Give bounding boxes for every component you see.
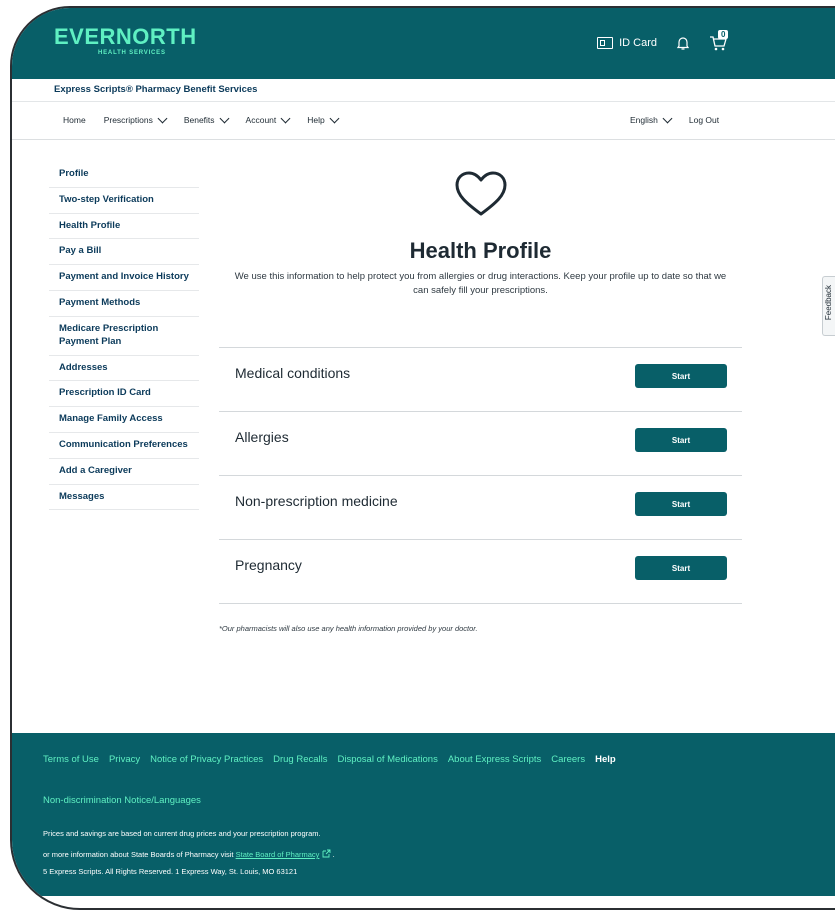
footer-link-disposal[interactable]: Disposal of Medications [338, 754, 438, 765]
period: . [332, 850, 335, 859]
nav-benefits[interactable]: Benefits [183, 113, 229, 125]
sidebar-item-medicare-payment-plan[interactable]: Medicare Prescription Payment Plan [49, 317, 199, 356]
cart-button[interactable]: 0 [709, 30, 729, 52]
footer-link-privacy-practices[interactable]: Notice of Privacy Practices [150, 754, 263, 765]
non-prescription-start-button[interactable]: Start [635, 492, 727, 516]
copyright: 5 Express Scripts. All Rights Reserved. … [43, 867, 298, 876]
state-board-link[interactable]: State Board of Pharmacy [236, 850, 320, 859]
sidebar-item-communication-preferences[interactable]: Communication Preferences [49, 433, 199, 459]
id-card-button[interactable]: ID Card [597, 37, 657, 49]
id-card-label: ID Card [619, 37, 657, 49]
footer-link-about[interactable]: About Express Scripts [448, 754, 541, 765]
state-boards-notice: or more information about State Boards o… [43, 849, 335, 859]
sidebar-item-two-step-verification[interactable]: Two-step Verification [49, 188, 199, 214]
chevron-down-icon [219, 113, 229, 123]
section-label: Allergies [235, 429, 289, 445]
nav-help[interactable]: Help [307, 113, 340, 125]
language-label: English [630, 115, 658, 125]
page-title: Health Profile [409, 238, 552, 263]
site-footer: Terms of Use Privacy Notice of Privacy P… [12, 733, 835, 896]
footer-links: Terms of Use Privacy Notice of Privacy P… [43, 754, 616, 765]
section-non-prescription-medicine: Non-prescription medicine Start [219, 476, 742, 540]
brand-line: Express Scripts® Pharmacy Benefit Servic… [54, 84, 258, 95]
sidebar-item-payment-invoice-history[interactable]: Payment and Invoice History [49, 265, 199, 292]
nondiscrimination-link[interactable]: Non-discrimination Notice/Languages [43, 795, 201, 806]
header-actions: ID Card 0 [597, 30, 729, 52]
prices-notice: Prices and savings are based on current … [43, 829, 321, 838]
nav-home[interactable]: Home [63, 115, 86, 125]
nav-benefits-label: Benefits [183, 115, 215, 125]
footer-link-terms[interactable]: Terms of Use [43, 754, 99, 765]
footer-link-careers[interactable]: Careers [551, 754, 585, 765]
pregnancy-start-button[interactable]: Start [635, 556, 727, 580]
logout-link[interactable]: Log Out [689, 115, 719, 125]
footer-link-privacy[interactable]: Privacy [109, 754, 140, 765]
main-nav: Home Prescriptions Benefits Account Help… [12, 102, 835, 140]
footer-link-drug-recalls[interactable]: Drug Recalls [273, 754, 327, 765]
sidebar-item-manage-family-access[interactable]: Manage Family Access [49, 407, 199, 433]
nav-help-label: Help [307, 115, 325, 125]
sidebar-item-profile[interactable]: Profile [49, 162, 199, 188]
feedback-tab[interactable]: Feedback [822, 276, 835, 336]
sidebar-item-payment-methods[interactable]: Payment Methods [49, 291, 199, 317]
logout-label: Log Out [688, 115, 720, 125]
id-card-icon [597, 37, 614, 49]
account-sidebar: Profile Two-step Verification Health Pro… [49, 162, 199, 511]
section-label: Non-prescription medicine [235, 493, 398, 509]
logo-subtitle: HEALTH SERVICES [98, 50, 166, 56]
health-profile-sections: Medical conditions Start Allergies Start… [219, 347, 742, 604]
section-allergies: Allergies Start [219, 412, 742, 476]
sidebar-item-prescription-id-card[interactable]: Prescription ID Card [49, 381, 199, 408]
external-link-icon [322, 849, 330, 858]
chevron-down-icon [280, 113, 291, 123]
chevron-down-icon [157, 113, 168, 123]
sidebar-item-messages[interactable]: Messages [49, 485, 199, 511]
sidebar-item-add-caregiver[interactable]: Add a Caregiver [49, 459, 199, 485]
nav-prescriptions[interactable]: Prescriptions [103, 113, 168, 125]
cart-count-badge: 0 [718, 30, 729, 39]
chevron-down-icon [662, 113, 673, 123]
section-label: Medical conditions [235, 365, 351, 381]
language-selector[interactable]: English [630, 113, 673, 125]
pharmacist-note: *Our pharmacists will also use any healt… [219, 624, 478, 633]
page-description: We use this information to help protect … [234, 271, 727, 297]
nav-account[interactable]: Account [245, 113, 291, 125]
section-pregnancy: Pregnancy Start [219, 540, 742, 604]
section-label: Pregnancy [235, 557, 302, 573]
allergies-start-button[interactable]: Start [635, 428, 727, 452]
chevron-down-icon [329, 113, 340, 123]
state-boards-text: or more information about State Boards o… [43, 850, 234, 859]
brand-line-bar: Express Scripts® Pharmacy Benefit Servic… [12, 79, 835, 102]
sidebar-item-health-profile[interactable]: Health Profile [49, 214, 199, 240]
nav-account-label: Account [245, 115, 277, 125]
nav-home-label: Home [63, 115, 86, 125]
nav-prescriptions-label: Prescriptions [103, 115, 153, 125]
footer-link-help[interactable]: Help [595, 754, 616, 765]
heart-icon [455, 171, 507, 216]
device-frame: EVERNORTH HEALTH SERVICES ID Card 0 Expr… [10, 6, 835, 910]
top-header: EVERNORTH HEALTH SERVICES ID Card 0 [12, 8, 835, 79]
evernorth-logo[interactable]: EVERNORTH [54, 24, 197, 50]
feedback-label: Feedback [824, 285, 833, 321]
medical-conditions-start-button[interactable]: Start [635, 364, 727, 388]
sidebar-item-pay-a-bill[interactable]: Pay a Bill [49, 239, 199, 266]
section-medical-conditions: Medical conditions Start [219, 348, 742, 412]
bell-icon[interactable] [675, 35, 691, 51]
sidebar-item-addresses[interactable]: Addresses [49, 356, 199, 382]
